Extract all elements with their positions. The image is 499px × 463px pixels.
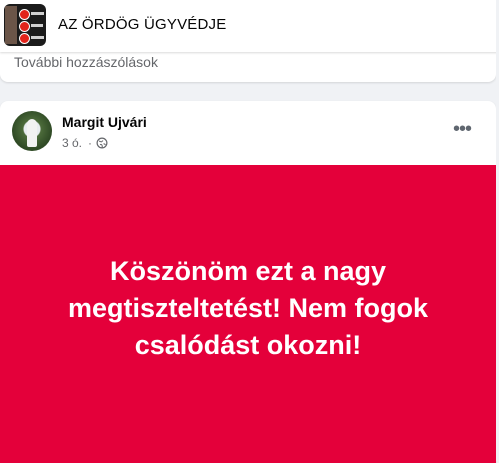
group-avatar[interactable] [4,4,46,46]
group-avatar-badge [19,21,30,32]
more-comments-link[interactable]: További hozzászólások [14,54,158,70]
avatar-figure [27,119,37,147]
meta-separator: · [88,136,93,150]
group-name[interactable]: AZ ÖRDÖG ÜGYVÉDJE [58,16,226,33]
group-avatar-badge [19,33,30,44]
post-options-button[interactable]: ••• [448,117,476,141]
avatar[interactable] [12,111,52,151]
globe-icon[interactable] [96,137,108,149]
group-avatar-text [31,24,43,27]
more-horizontal-icon: ••• [452,118,472,140]
group-avatar-text [31,36,44,39]
post-author[interactable]: Margit Ujvári [62,114,147,130]
post-meta: 3 ó. · [62,136,108,150]
post-card: Margit Ujvári 3 ó. · ••• Köszönöm ezt a … [0,101,496,463]
text-post-background: Köszönöm ezt a nagy megtiszteltetést! Ne… [0,165,496,463]
post-text: Köszönöm ezt a nagy megtiszteltetést! Ne… [67,255,429,360]
post-timestamp[interactable]: 3 ó. [62,136,82,150]
group-avatar-text [31,12,44,15]
group-avatar-badge [19,9,30,20]
group-avatar-photo [5,6,17,44]
group-header: AZ ÖRDÖG ÜGYVÉDJE [0,0,499,52]
